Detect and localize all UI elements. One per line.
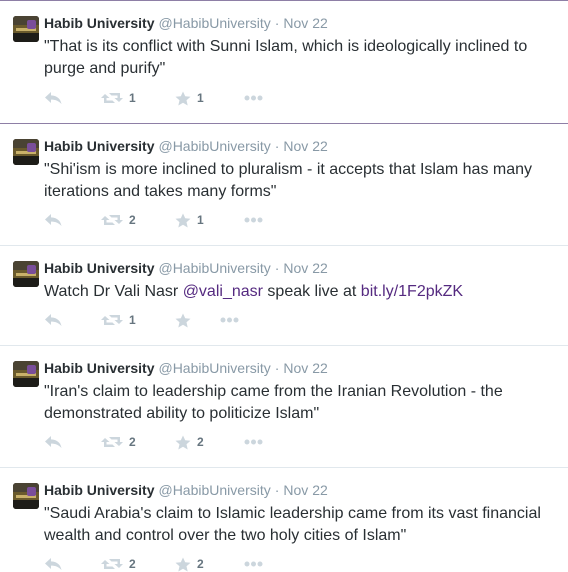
tweet-actions: 2 2 (44, 434, 284, 450)
favorite-button[interactable] (175, 312, 197, 328)
tweet-date[interactable]: Nov 22 (283, 482, 327, 498)
tweet[interactable]: Habib University @HabibUniversity · Nov 22 … (0, 345, 568, 467)
tweet-text: "Shi'ism is more inclined to pluralism -… (44, 161, 533, 200)
star-icon (175, 313, 191, 328)
more-icon (244, 95, 263, 101)
more-button[interactable] (244, 212, 263, 228)
user-name[interactable]: Habib University (44, 260, 154, 276)
reply-icon (44, 313, 63, 327)
avatar[interactable] (13, 139, 39, 165)
favorite-count: 2 (197, 557, 204, 571)
retweet-count: 2 (129, 557, 136, 571)
tweet-text-part: speak live at (262, 283, 361, 300)
reply-button[interactable] (44, 212, 63, 228)
star-icon (175, 91, 191, 106)
user-handle[interactable]: @HabibUniversity (158, 482, 270, 498)
header-separator: · (274, 260, 280, 276)
retweet-icon (101, 91, 123, 105)
tweet-date[interactable]: Nov 22 (283, 260, 327, 276)
favorite-button[interactable]: 2 (175, 556, 204, 572)
tweet-date[interactable]: Nov 22 (283, 360, 327, 376)
more-button[interactable] (244, 556, 263, 572)
reply-icon (44, 557, 63, 571)
reply-button[interactable] (44, 556, 63, 572)
retweet-icon (101, 557, 123, 571)
favorite-count: 1 (197, 91, 204, 105)
tweet-date[interactable]: Nov 22 (283, 138, 327, 154)
star-icon (175, 213, 191, 228)
tweet-actions: 2 1 (44, 212, 284, 228)
retweet-button[interactable]: 2 (101, 212, 136, 228)
retweet-icon (101, 313, 123, 327)
star-icon (175, 557, 191, 572)
retweet-count: 1 (129, 91, 136, 105)
more-icon (220, 317, 239, 323)
url-link[interactable]: bit.ly/1F2pkZK (361, 283, 463, 300)
header-separator: · (274, 360, 280, 376)
more-icon (244, 561, 263, 567)
reply-button[interactable] (44, 312, 63, 328)
tweet-header: Habib University @HabibUniversity · Nov 22 (44, 137, 328, 155)
reply-button[interactable] (44, 90, 63, 106)
retweet-icon (101, 435, 123, 449)
retweet-button[interactable]: 1 (101, 312, 136, 328)
user-name[interactable]: Habib University (44, 482, 154, 498)
header-separator: · (274, 482, 280, 498)
favorite-count: 2 (197, 435, 204, 449)
mention-link[interactable]: @vali_nasr (183, 283, 263, 300)
tweet-actions: 2 2 (44, 556, 284, 572)
tweet-header: Habib University @HabibUniversity · Nov 22 (44, 481, 328, 499)
user-name[interactable]: Habib University (44, 15, 154, 31)
tweet[interactable]: Habib University @HabibUniversity · Nov 22 … (0, 467, 568, 572)
retweet-icon (101, 213, 123, 227)
tweet-date[interactable]: Nov 22 (283, 15, 327, 31)
more-button[interactable] (244, 90, 263, 106)
tweet[interactable]: Habib University @HabibUniversity · Nov 22 … (0, 0, 568, 123)
star-icon (175, 435, 191, 450)
reply-icon (44, 213, 63, 227)
more-button[interactable] (220, 312, 239, 328)
retweet-button[interactable]: 2 (101, 434, 136, 450)
reply-icon (44, 435, 63, 449)
tweet-header: Habib University @HabibUniversity · Nov 22 (44, 259, 328, 277)
tweet-text: "That is its conflict with Sunni Islam, … (44, 38, 528, 77)
avatar[interactable] (13, 16, 39, 42)
avatar[interactable] (13, 361, 39, 387)
retweet-count: 2 (129, 213, 136, 227)
tweet[interactable]: Habib University @HabibUniversity · Nov 22 … (0, 245, 568, 345)
user-handle[interactable]: @HabibUniversity (158, 260, 270, 276)
user-name[interactable]: Habib University (44, 138, 154, 154)
avatar[interactable] (13, 261, 39, 287)
header-separator: · (274, 15, 280, 31)
more-icon (244, 217, 263, 223)
retweet-button[interactable]: 1 (101, 90, 136, 106)
tweet[interactable]: Habib University @HabibUniversity · Nov 22 … (0, 123, 568, 245)
tweet-header: Habib University @HabibUniversity · Nov 22 (44, 14, 328, 32)
favorite-button[interactable]: 1 (175, 90, 204, 106)
favorite-count: 1 (197, 213, 204, 227)
tweet-actions: 1 1 (44, 90, 284, 106)
retweet-button[interactable]: 2 (101, 556, 136, 572)
avatar[interactable] (13, 483, 39, 509)
tweet-text: "Iran's claim to leadership came from th… (44, 383, 503, 422)
header-separator: · (274, 138, 280, 154)
more-button[interactable] (244, 434, 263, 450)
more-icon (244, 439, 263, 445)
tweet-text: "Saudi Arabia's claim to Islamic leaders… (44, 505, 541, 544)
user-handle[interactable]: @HabibUniversity (158, 15, 270, 31)
user-handle[interactable]: @HabibUniversity (158, 360, 270, 376)
favorite-button[interactable]: 1 (175, 212, 204, 228)
tweet-text-part: Watch Dr Vali Nasr (44, 283, 183, 300)
user-handle[interactable]: @HabibUniversity (158, 138, 270, 154)
tweet-text: Watch Dr Vali Nasr @vali_nasr speak live… (44, 281, 549, 303)
user-name[interactable]: Habib University (44, 360, 154, 376)
tweet-actions: 1 (44, 312, 284, 328)
retweet-count: 1 (129, 313, 136, 327)
tweet-header: Habib University @HabibUniversity · Nov 22 (44, 359, 328, 377)
retweet-count: 2 (129, 435, 136, 449)
reply-button[interactable] (44, 434, 63, 450)
favorite-button[interactable]: 2 (175, 434, 204, 450)
reply-icon (44, 91, 63, 105)
